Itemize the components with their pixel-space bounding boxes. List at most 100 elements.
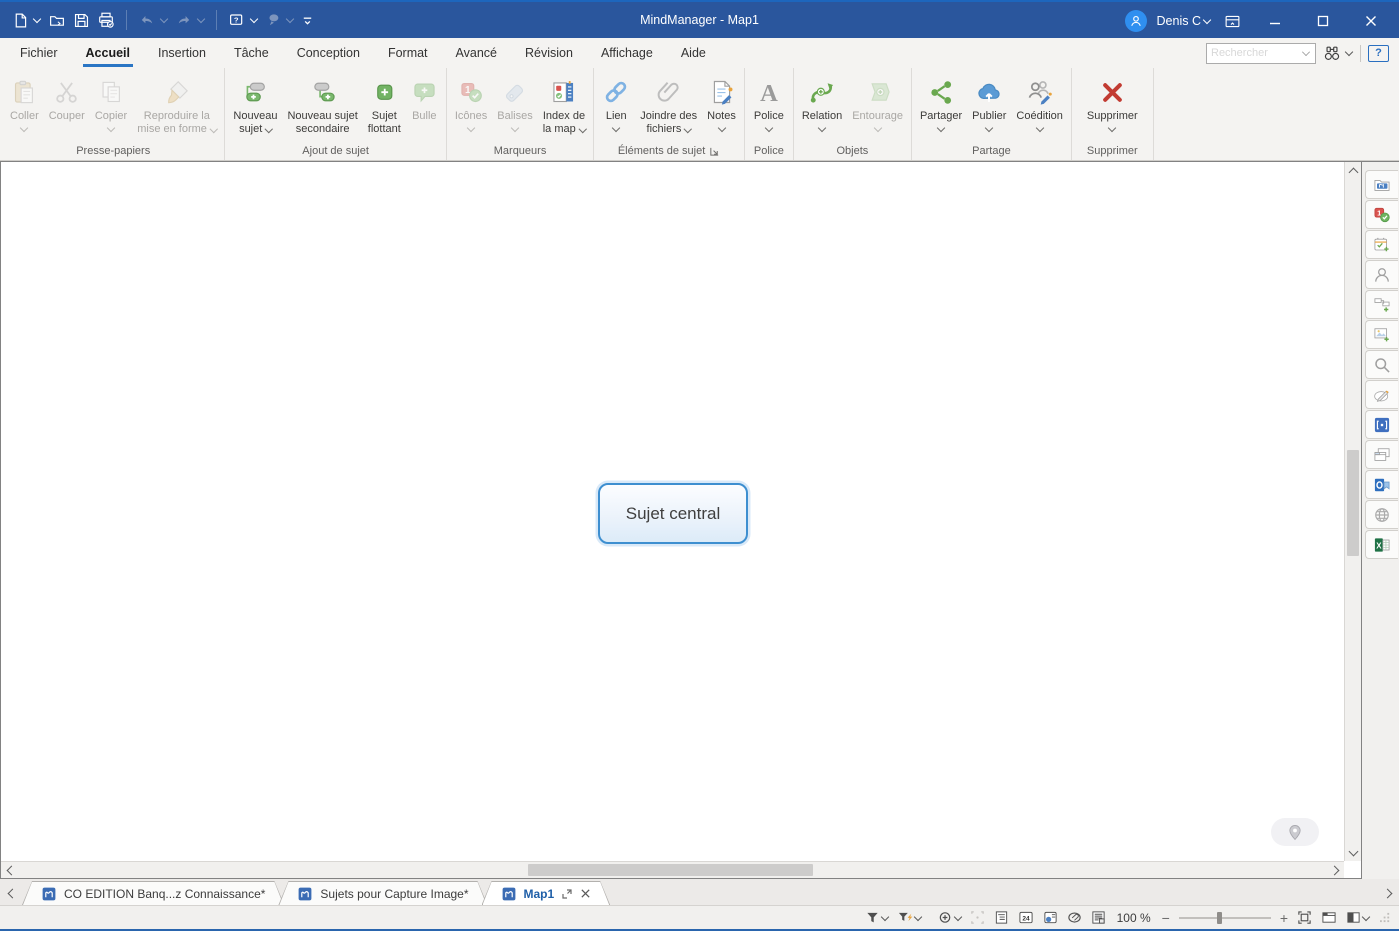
coediting-button[interactable]: Coédition — [1011, 71, 1067, 132]
zoom-slider[interactable] — [1179, 911, 1271, 925]
tab-format[interactable]: Format — [374, 38, 442, 68]
sidebar-item-map-parts[interactable] — [1365, 290, 1398, 319]
scroll-down-arrow[interactable] — [1345, 844, 1361, 860]
sidebar-item-resources[interactable] — [1365, 260, 1398, 289]
pen-input-button[interactable] — [265, 12, 294, 28]
sidebar-item-web[interactable] — [1365, 500, 1398, 529]
vertical-scrollbar[interactable] — [1344, 162, 1361, 861]
zoom-in-button[interactable]: + — [1280, 911, 1288, 925]
doc-tab-active[interactable]: Map1 — [482, 881, 611, 905]
customize-qat-button[interactable] — [301, 14, 314, 27]
tab-fichier[interactable]: Fichier — [6, 38, 72, 68]
tab-aide[interactable]: Aide — [667, 38, 720, 68]
find-button[interactable] — [1323, 44, 1353, 62]
attachments-view-button[interactable] — [1067, 910, 1082, 925]
doc-tabs-scroll-left[interactable] — [0, 881, 22, 905]
zoom-out-button[interactable]: − — [1162, 911, 1170, 925]
panel-layout-button[interactable] — [1321, 910, 1337, 925]
doc-tabs-scroll-right[interactable] — [1377, 881, 1399, 905]
paste-button[interactable]: Coller — [5, 71, 44, 132]
save-button[interactable] — [73, 12, 90, 29]
account-menu[interactable]: Denis C — [1157, 14, 1211, 28]
sidebar-item-excel[interactable]: X — [1365, 530, 1398, 559]
vertical-scrollbar-thumb[interactable] — [1347, 450, 1359, 556]
new-subtopic-button[interactable]: Nouveau sujet secondaire — [282, 71, 362, 137]
minimize-button[interactable] — [1253, 2, 1297, 40]
link-button[interactable]: Lien — [597, 71, 635, 132]
scroll-right-arrow[interactable] — [1327, 862, 1343, 878]
redo-button[interactable] — [175, 12, 205, 28]
sidebar-item-task-info[interactable] — [1365, 230, 1398, 259]
format-painter-button[interactable]: Reproduire la mise en forme — [132, 71, 221, 137]
zoom-slider-thumb[interactable] — [1217, 912, 1222, 924]
filter-button[interactable] — [865, 910, 888, 925]
fit-map-button[interactable] — [1297, 910, 1312, 925]
publish-button[interactable]: Publier — [967, 71, 1011, 132]
close-button[interactable] — [1349, 2, 1393, 40]
boundary-button[interactable]: Entourage — [847, 71, 908, 132]
new-topic-button[interactable]: Nouveau sujet — [228, 71, 282, 137]
help-box-button[interactable]: ? — [228, 12, 258, 29]
circle-add-button[interactable] — [938, 910, 961, 925]
notes-button[interactable]: Notes — [702, 71, 741, 132]
sidebar-item-search[interactable] — [1365, 350, 1398, 379]
tab-tache[interactable]: Tâche — [220, 38, 283, 68]
tags-button[interactable]: Balises — [492, 71, 537, 132]
tab-revision[interactable]: Révision — [511, 38, 587, 68]
tab-insertion[interactable]: Insertion — [144, 38, 220, 68]
sidebar-item-image-library[interactable] — [1365, 320, 1398, 349]
icons-button[interactable]: 1 Icônes — [450, 71, 492, 132]
relationship-button[interactable]: Relation — [797, 71, 847, 132]
sidebar-item-marker-icons[interactable]: 1 — [1365, 200, 1398, 229]
font-button[interactable]: A Police — [749, 71, 789, 132]
horizontal-scrollbar-thumb[interactable] — [528, 864, 813, 876]
sidebar-item-file-manager[interactable] — [1365, 440, 1398, 469]
contrast-view-button[interactable] — [1346, 910, 1369, 925]
close-tab-icon[interactable] — [580, 888, 591, 899]
tab-conception[interactable]: Conception — [283, 38, 374, 68]
scroll-up-arrow[interactable] — [1345, 163, 1361, 179]
sidebar-item-outlook[interactable] — [1365, 470, 1398, 499]
grid-select-button[interactable] — [970, 910, 985, 925]
dialog-launcher-icon[interactable] — [709, 146, 720, 157]
central-topic[interactable]: Sujet central — [598, 483, 748, 544]
restore-tab-icon[interactable] — [561, 888, 573, 900]
avatar[interactable] — [1125, 10, 1147, 32]
ribbon-display-options-button[interactable] — [1215, 2, 1249, 40]
tab-accueil[interactable]: Accueil — [72, 38, 144, 68]
scroll-left-arrow[interactable] — [2, 862, 18, 878]
tab-avance[interactable]: Avancé — [442, 38, 511, 68]
print-button[interactable] — [97, 11, 115, 29]
chevron-down-icon[interactable] — [1302, 48, 1310, 56]
tab-affichage[interactable]: Affichage — [587, 38, 667, 68]
sidebar-item-capture[interactable] — [1365, 380, 1398, 409]
sidebar-item-focus[interactable] — [1365, 410, 1398, 439]
maximize-button[interactable] — [1301, 2, 1345, 40]
undo-button[interactable] — [138, 12, 168, 28]
notes-list-button[interactable] — [1091, 910, 1106, 925]
help-button[interactable]: ? — [1368, 45, 1389, 62]
search-combobox[interactable] — [1206, 43, 1316, 64]
doc-tab[interactable]: CO EDITION Banq...z Connaissance* — [22, 881, 284, 905]
new-document-button[interactable] — [12, 12, 41, 29]
delete-button[interactable]: Supprimer — [1075, 71, 1150, 132]
power-filter-button[interactable] — [897, 910, 921, 925]
tags-view-button[interactable] — [1043, 910, 1058, 925]
sidebar-item-map-document[interactable] — [1365, 170, 1398, 199]
map-canvas[interactable]: Sujet central — [0, 161, 1362, 879]
resize-grip[interactable] — [1380, 912, 1391, 923]
schedule-view-button[interactable]: 24 — [1018, 910, 1034, 925]
callout-button[interactable]: Bulle — [406, 71, 443, 124]
doc-tab[interactable]: Sujets pour Capture Image* — [278, 881, 487, 905]
attach-files-button[interactable]: Joindre des fichiers — [635, 71, 702, 137]
outline-view-button[interactable] — [994, 910, 1009, 925]
copy-button[interactable]: Copier — [90, 71, 132, 132]
open-button[interactable] — [48, 12, 66, 29]
map-index-button[interactable]: Index de la map — [538, 71, 591, 137]
horizontal-scrollbar[interactable] — [1, 861, 1344, 878]
floating-topic-button[interactable]: Sujet flottant — [363, 71, 406, 137]
search-input[interactable] — [1207, 47, 1302, 59]
cut-button[interactable]: Couper — [44, 71, 90, 124]
share-button[interactable]: Partager — [915, 71, 967, 132]
locate-pill[interactable] — [1271, 818, 1319, 846]
